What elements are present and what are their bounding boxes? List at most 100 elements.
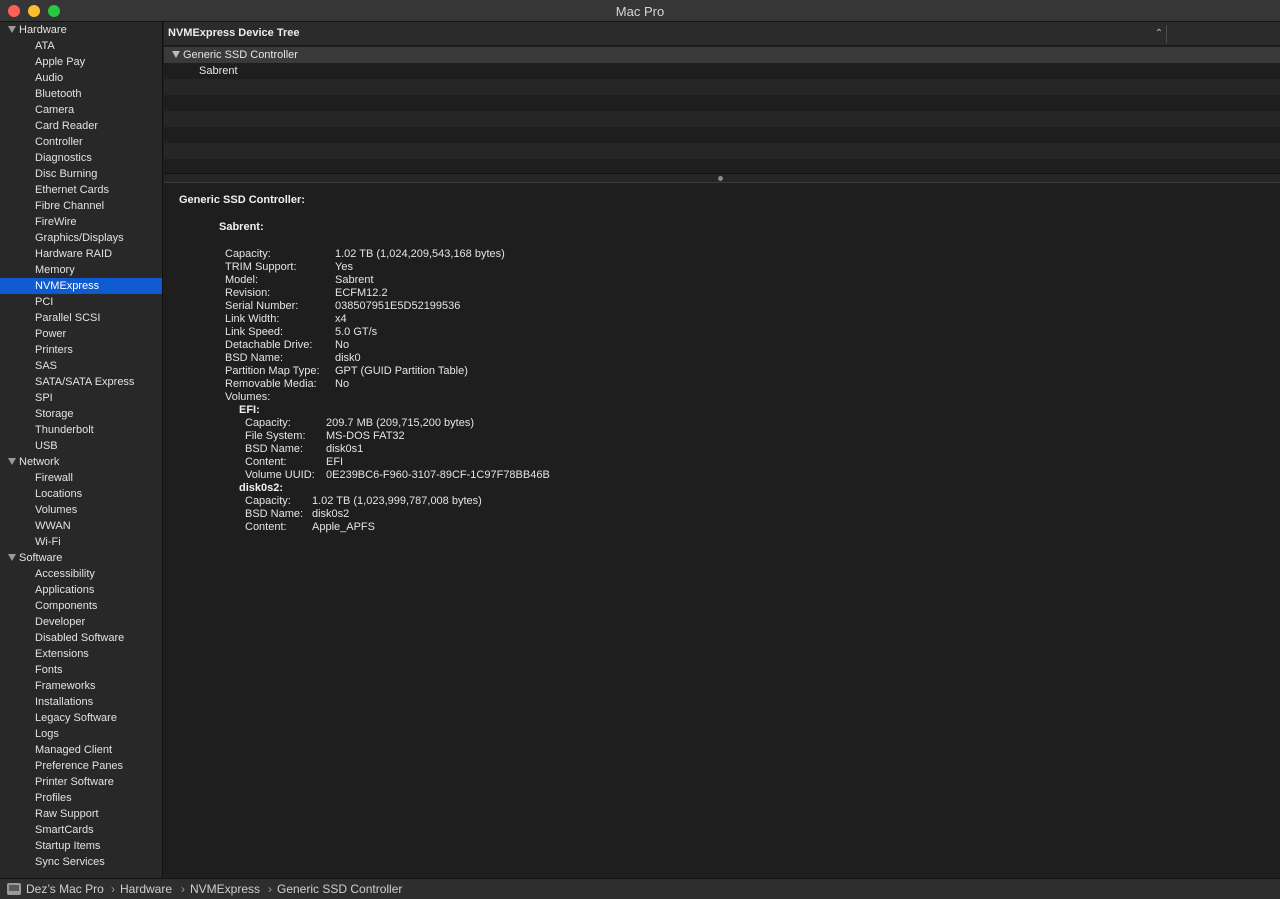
sidebar-item-printers[interactable]: Printers [0,342,162,358]
sidebar-item-firewire[interactable]: FireWire [0,214,162,230]
sidebar-item-label: PCI [35,296,54,308]
sidebar-item-developer[interactable]: Developer [0,614,162,630]
sidebar-item-components[interactable]: Components [0,598,162,614]
sidebar-item-sata-sata-express[interactable]: SATA/SATA Express [0,374,162,390]
sidebar-group-software[interactable]: Software [0,550,162,566]
sidebar-group-label: Hardware [19,24,67,36]
sidebar-item-memory[interactable]: Memory [0,262,162,278]
path-crumb-hardware[interactable]: Hardware [120,882,172,897]
property-value: Yes [335,261,353,273]
sidebar-item-extensions[interactable]: Extensions [0,646,162,662]
split-view-divider[interactable] [164,173,1280,183]
sidebar-item-printer-software[interactable]: Printer Software [0,774,162,790]
sidebar-item-raw-support[interactable]: Raw Support [0,806,162,822]
property-value: MS-DOS FAT32 [326,430,405,442]
tree-row-device[interactable]: Sabrent [164,63,1280,79]
sidebar-item-spi[interactable]: SPI [0,390,162,406]
tree-row-controller[interactable]: Generic SSD Controller [164,47,1280,63]
disclosure-triangle-icon[interactable] [172,51,180,58]
column-divider[interactable] [1166,25,1167,43]
sidebar-item-bluetooth[interactable]: Bluetooth [0,86,162,102]
sidebar-item-ethernet-cards[interactable]: Ethernet Cards [0,182,162,198]
tree-row-label: Generic SSD Controller [183,49,298,61]
sidebar-item-frameworks[interactable]: Frameworks [0,678,162,694]
empty-row [164,111,1280,127]
property-key: Link Width: [225,313,280,325]
sidebar-group-hardware[interactable]: Hardware [0,22,162,38]
disclosure-triangle-icon[interactable] [8,26,16,33]
sidebar-item-label: Locations [35,488,83,500]
sidebar-item-firewall[interactable]: Firewall [0,470,162,486]
sidebar-item-legacy-software[interactable]: Legacy Software [0,710,162,726]
property-value: disk0s2 [312,508,350,520]
property-key: Capacity: [245,417,291,429]
sidebar-item-fonts[interactable]: Fonts [0,662,162,678]
sidebar-item-thunderbolt[interactable]: Thunderbolt [0,422,162,438]
sidebar-item-preference-panes[interactable]: Preference Panes [0,758,162,774]
sidebar-item-power[interactable]: Power [0,326,162,342]
sidebar-item-label: NVMExpress [35,280,100,292]
sidebar-item-wi-fi[interactable]: Wi-Fi [0,534,162,550]
sidebar-item-label: Firewall [35,472,73,484]
sidebar-item-usb[interactable]: USB [0,438,162,454]
sidebar-item-hardware-raid[interactable]: Hardware RAID [0,246,162,262]
sidebar-item-applications[interactable]: Applications [0,582,162,598]
sidebar-group-network[interactable]: Network [0,454,162,470]
property-value: 038507951E5D52199536 [335,300,461,312]
chevron-right-icon: › [268,882,272,896]
property-key: Link Speed: [225,326,284,338]
sidebar-item-pci[interactable]: PCI [0,294,162,310]
sidebar-item-label: Accessibility [35,568,95,580]
property-key: BSD Name: [245,443,304,455]
sidebar-item-label: WWAN [35,520,71,532]
path-crumb-generic-ssd-controller[interactable]: Generic SSD Controller [277,882,402,897]
sidebar-item-logs[interactable]: Logs [0,726,162,742]
sidebar-item-label: Profiles [35,792,72,804]
disclosure-triangle-icon[interactable] [8,554,16,561]
sidebar-item-label: Disc Burning [35,168,98,180]
sidebar-item-label: Ethernet Cards [35,184,109,196]
sidebar-item-label: SATA/SATA Express [35,376,135,388]
sidebar-item-nvmexpress[interactable]: NVMExpress [0,278,162,294]
sidebar-group-label: Network [19,456,60,468]
sidebar-item-smartcards[interactable]: SmartCards [0,822,162,838]
sidebar-item-fibre-channel[interactable]: Fibre Channel [0,198,162,214]
chevron-up-icon[interactable]: ⌃ [1152,27,1166,41]
sidebar-item-sync-services[interactable]: Sync Services [0,854,162,870]
sidebar-item-sas[interactable]: SAS [0,358,162,374]
sidebar-item-apple-pay[interactable]: Apple Pay [0,54,162,70]
property-value: Apple_APFS [312,521,375,533]
divider-grip-icon[interactable] [718,176,723,181]
sidebar-item-label: Frameworks [35,680,96,692]
sidebar-item-ata[interactable]: ATA [0,38,162,54]
sidebar-item-volumes[interactable]: Volumes [0,502,162,518]
sidebar-item-profiles[interactable]: Profiles [0,790,162,806]
sidebar-item-audio[interactable]: Audio [0,70,162,86]
disclosure-triangle-icon[interactable] [8,458,16,465]
title-bar: Mac Pro [0,0,1280,22]
sidebar-item-locations[interactable]: Locations [0,486,162,502]
path-crumb-nvmexpress[interactable]: NVMExpress [190,882,260,897]
sidebar-item-card-reader[interactable]: Card Reader [0,118,162,134]
sidebar-item-label: Logs [35,728,59,740]
property-value: x4 [335,313,347,325]
property-key: Removable Media: [225,378,317,390]
path-crumb-dez-s-mac-pro[interactable]: Dez’s Mac Pro [26,882,104,897]
sidebar-item-label: Parallel SCSI [35,312,101,324]
sidebar-item-accessibility[interactable]: Accessibility [0,566,162,582]
device-tree-header[interactable]: NVMExpress Device Tree ⌃ [164,22,1280,46]
sidebar-item-disc-burning[interactable]: Disc Burning [0,166,162,182]
sidebar-item-storage[interactable]: Storage [0,406,162,422]
sidebar-item-managed-client[interactable]: Managed Client [0,742,162,758]
sidebar-item-parallel-scsi[interactable]: Parallel SCSI [0,310,162,326]
sidebar-item-controller[interactable]: Controller [0,134,162,150]
sidebar-item-disabled-software[interactable]: Disabled Software [0,630,162,646]
sidebar-item-wwan[interactable]: WWAN [0,518,162,534]
property-value: No [335,339,350,351]
property-key: BSD Name: [225,352,284,364]
sidebar-item-diagnostics[interactable]: Diagnostics [0,150,162,166]
sidebar-item-startup-items[interactable]: Startup Items [0,838,162,854]
sidebar-item-camera[interactable]: Camera [0,102,162,118]
sidebar-item-installations[interactable]: Installations [0,694,162,710]
sidebar-item-graphics-displays[interactable]: Graphics/Displays [0,230,162,246]
